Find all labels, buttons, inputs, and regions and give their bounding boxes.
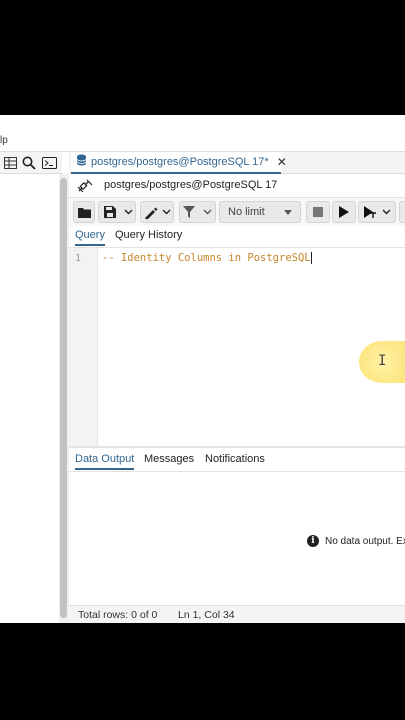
sql-editor[interactable]: 1 -- Identity Columns in PostgreSQL — [69, 248, 405, 446]
database-icon — [76, 153, 87, 171]
tab-notifications[interactable]: Notifications — [205, 453, 265, 468]
limit-select[interactable]: No limit — [219, 201, 301, 223]
pgadmin-window: lp postgres/postgres@PostgreSQL 17* ✕ po… — [0, 115, 405, 623]
data-output-panel: i No data output. Ex — [69, 472, 405, 602]
object-explorer-panel — [0, 174, 59, 623]
info-icon: i — [307, 535, 319, 547]
limit-value: No limit — [228, 206, 265, 218]
more-toolbar-button[interactable] — [399, 201, 405, 223]
output-tabs: Data Output Messages Notifications — [69, 448, 405, 472]
tab-query-tool[interactable]: postgres/postgres@PostgreSQL 17* ✕ — [71, 152, 287, 174]
explain-button[interactable] — [358, 201, 396, 223]
caret-down-icon — [284, 209, 292, 215]
pencil-icon — [144, 207, 157, 219]
search-icon[interactable] — [21, 155, 37, 171]
cursor-position: Ln 1, Col 34 — [178, 609, 235, 621]
edit-button[interactable] — [140, 201, 174, 223]
filter-button[interactable] — [179, 201, 216, 223]
connection-bar: postgres/postgres@PostgreSQL 17 — [69, 174, 405, 198]
text-caret — [310, 252, 312, 264]
chevron-down-icon — [382, 209, 391, 215]
terminal-icon[interactable] — [41, 155, 57, 171]
tab-query-history[interactable]: Query History — [115, 229, 182, 244]
chevron-down-icon — [162, 209, 170, 215]
editor-tabbar: postgres/postgres@PostgreSQL 17* ✕ — [69, 152, 405, 174]
save-button[interactable] — [98, 201, 136, 223]
status-bar: Total rows: 0 of 0 Ln 1, Col 34 — [69, 605, 405, 623]
total-rows: Total rows: 0 of 0 — [78, 609, 158, 621]
chevron-down-icon — [124, 209, 133, 215]
play-icon — [339, 206, 349, 218]
stop-button[interactable] — [306, 201, 330, 223]
filter-icon — [183, 206, 195, 218]
no-data-message: i No data output. Ex — [307, 535, 405, 547]
table-grid-icon[interactable] — [2, 155, 18, 171]
no-data-text: No data output. Ex — [325, 535, 405, 547]
tab-query[interactable]: Query — [75, 229, 105, 246]
sql-comment: -- Identity Columns in PostgreSQL — [102, 252, 311, 264]
line-number: 1 — [74, 253, 81, 264]
close-icon[interactable]: ✕ — [277, 155, 287, 169]
line-gutter: 1 — [69, 248, 98, 446]
open-file-button[interactable] — [73, 201, 95, 223]
stop-icon — [313, 207, 323, 217]
tab-messages[interactable]: Messages — [144, 453, 194, 468]
query-toolbar: No limit — [69, 198, 405, 226]
menu-help-fragment[interactable]: lp — [0, 135, 8, 146]
tab-data-output[interactable]: Data Output — [75, 453, 135, 470]
plug-disconnected-icon[interactable] — [77, 179, 93, 193]
i-beam-cursor-icon: I — [378, 353, 387, 369]
scrollbar-thumb[interactable] — [60, 178, 67, 618]
save-icon — [104, 206, 116, 218]
folder-icon — [77, 207, 91, 218]
explain-icon — [364, 206, 376, 218]
connection-label[interactable]: postgres/postgres@PostgreSQL 17 — [104, 179, 277, 191]
query-tabs: Query Query History — [69, 226, 405, 248]
tab-label: postgres/postgres@PostgreSQL 17* — [91, 156, 269, 168]
execute-button[interactable] — [332, 201, 356, 223]
chevron-down-icon — [203, 209, 212, 215]
browser-toolbar — [0, 152, 62, 174]
code-line[interactable]: -- Identity Columns in PostgreSQL — [102, 252, 312, 264]
